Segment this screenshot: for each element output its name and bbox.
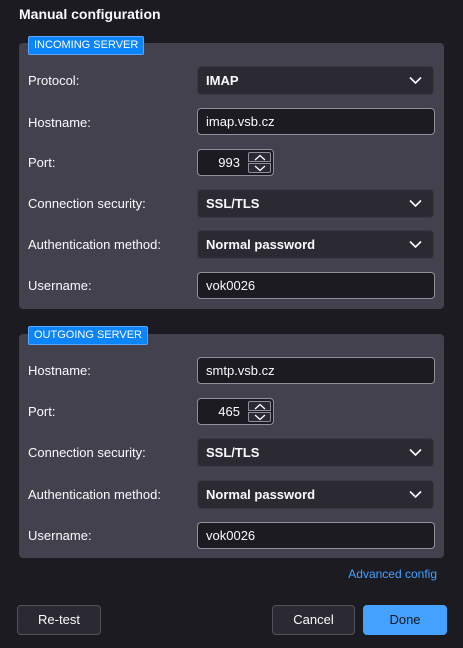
incoming-port-value: 993 xyxy=(218,155,240,170)
protocol-label: Protocol: xyxy=(28,73,80,88)
outgoing-port-label: Port: xyxy=(28,404,56,419)
incoming-hostname-label: Hostname: xyxy=(28,115,91,130)
outgoing-server-section: OUTGOING SERVER Hostname: smtp.vsb.cz Po… xyxy=(19,326,444,558)
outgoing-port-value: 465 xyxy=(218,404,240,419)
protocol-value: IMAP xyxy=(206,73,239,88)
outgoing-security-label: Connection security: xyxy=(28,445,146,460)
chevron-down-icon xyxy=(409,448,422,457)
incoming-auth-select[interactable]: Normal password xyxy=(197,230,434,259)
outgoing-hostname-field[interactable]: smtp.vsb.cz xyxy=(197,357,435,384)
cancel-button[interactable]: Cancel xyxy=(272,605,355,635)
retest-button[interactable]: Re-test xyxy=(17,605,101,635)
outgoing-server-legend: OUTGOING SERVER xyxy=(28,326,148,345)
incoming-username-label: Username: xyxy=(28,278,92,293)
incoming-security-value: SSL/TLS xyxy=(206,196,260,211)
advanced-config-link[interactable]: Advanced config xyxy=(348,567,437,581)
outgoing-username-label: Username: xyxy=(28,528,92,543)
incoming-port-decrement-button[interactable] xyxy=(248,163,271,173)
outgoing-port-field[interactable]: 465 xyxy=(197,398,274,425)
chevron-down-icon xyxy=(409,76,422,85)
incoming-port-stepper xyxy=(248,152,271,173)
outgoing-username-field[interactable]: vok0026 xyxy=(197,522,435,549)
incoming-security-label: Connection security: xyxy=(28,196,146,211)
incoming-port-label: Port: xyxy=(28,155,56,170)
chevron-down-icon xyxy=(409,490,422,499)
incoming-auth-label: Authentication method: xyxy=(28,237,161,252)
page-title: Manual configuration xyxy=(19,6,161,22)
chevron-down-icon xyxy=(254,165,266,172)
outgoing-hostname-label: Hostname: xyxy=(28,363,91,378)
chevron-down-icon xyxy=(409,240,422,249)
chevron-up-icon xyxy=(254,154,266,161)
outgoing-security-value: SSL/TLS xyxy=(206,445,260,460)
outgoing-port-increment-button[interactable] xyxy=(248,401,271,411)
chevron-down-icon xyxy=(254,414,266,421)
outgoing-port-stepper xyxy=(248,401,271,422)
done-button[interactable]: Done xyxy=(363,605,447,635)
incoming-username-field[interactable]: vok0026 xyxy=(197,272,435,299)
protocol-select[interactable]: IMAP xyxy=(197,66,434,95)
incoming-server-legend: INCOMING SERVER xyxy=(28,36,145,55)
outgoing-auth-value: Normal password xyxy=(206,487,316,502)
incoming-port-increment-button[interactable] xyxy=(248,152,271,162)
outgoing-auth-select[interactable]: Normal password xyxy=(197,480,434,509)
chevron-down-icon xyxy=(409,199,422,208)
incoming-server-section: INCOMING SERVER Protocol: IMAP Hostname:… xyxy=(19,36,444,309)
incoming-hostname-field[interactable]: imap.vsb.cz xyxy=(197,108,435,135)
chevron-up-icon xyxy=(254,403,266,410)
outgoing-security-select[interactable]: SSL/TLS xyxy=(197,438,434,467)
incoming-port-field[interactable]: 993 xyxy=(197,149,274,176)
outgoing-auth-label: Authentication method: xyxy=(28,487,161,502)
incoming-auth-value: Normal password xyxy=(206,237,316,252)
outgoing-port-decrement-button[interactable] xyxy=(248,412,271,422)
incoming-security-select[interactable]: SSL/TLS xyxy=(197,189,434,218)
